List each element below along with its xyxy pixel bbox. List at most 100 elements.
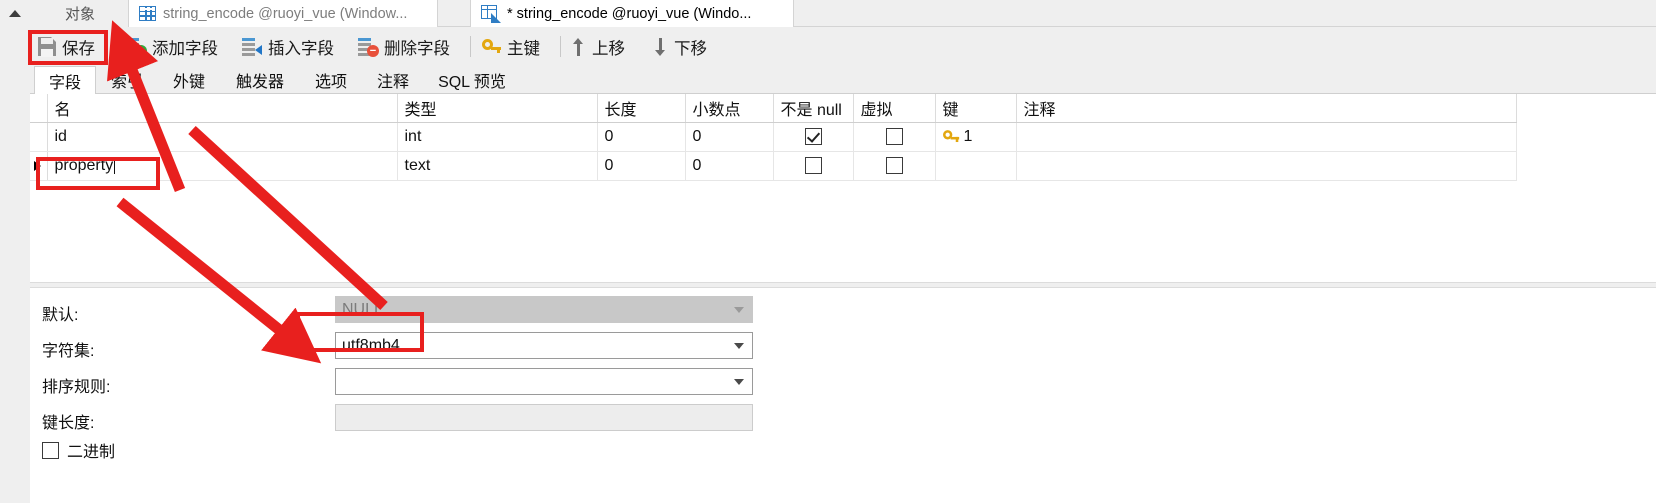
cell-field-name[interactable]: property xyxy=(47,151,398,181)
current-row-marker-icon xyxy=(34,160,41,171)
binary-checkbox[interactable] xyxy=(42,441,59,459)
key-length-input[interactable] xyxy=(335,404,753,431)
tab-fields[interactable]: 字段 xyxy=(34,66,96,95)
default-combobox[interactable]: NULL xyxy=(335,296,753,323)
not-null-checkbox[interactable] xyxy=(804,127,822,145)
tab-label: 索引 xyxy=(110,74,143,91)
insert-field-button[interactable]: 插入字段 xyxy=(242,31,334,62)
grid-header-type[interactable]: 类型 xyxy=(397,94,598,123)
row-marker-cell xyxy=(30,151,48,181)
not-null-checkbox[interactable] xyxy=(804,156,822,174)
insert-field-button-label: 插入字段 xyxy=(268,39,334,58)
window-tabstrip: 对象 string_encode @ruoyi_vue (Window... *… xyxy=(0,0,1656,27)
virtual-checkbox[interactable] xyxy=(885,127,903,145)
row-marker-cell xyxy=(30,122,48,152)
collation-combobox[interactable] xyxy=(335,368,753,395)
tab-foreign-keys[interactable]: 外键 xyxy=(158,66,220,94)
default-value: NULL xyxy=(342,300,383,318)
window-tab-label: string_encode @ruoyi_vue (Window... xyxy=(163,5,408,22)
move-down-button[interactable]: 下移 xyxy=(654,31,707,62)
cell-field-name[interactable]: id xyxy=(47,122,398,152)
add-field-button[interactable]: + 添加字段 xyxy=(126,31,218,62)
cell-comment[interactable] xyxy=(1016,151,1517,181)
grid-header-name[interactable]: 名 xyxy=(47,94,398,123)
window-tab-string-encode-designer[interactable]: * string_encode @ruoyi_vue (Windo... xyxy=(470,0,794,27)
toolbar-divider xyxy=(470,36,471,57)
save-button[interactable]: 保存 xyxy=(38,31,95,62)
charset-combobox[interactable]: utf8mb4 xyxy=(335,332,753,359)
tab-label: 注释 xyxy=(376,74,409,91)
grid-header-length[interactable]: 长度 xyxy=(597,94,686,123)
tab-label: 选项 xyxy=(314,74,347,91)
charset-value: utf8mb4 xyxy=(342,336,400,354)
tab-comment[interactable]: 注释 xyxy=(362,66,424,94)
designer-toolbar: 保存 + 添加字段 插入字段 − 删除字段 主键 上移 下移 xyxy=(30,27,1656,66)
collapse-panel-button[interactable] xyxy=(0,0,30,27)
primary-key-button-label: 主键 xyxy=(507,39,540,58)
chevron-down-icon xyxy=(734,306,744,313)
key-length-label: 键长度: xyxy=(42,415,95,432)
delete-field-icon: − xyxy=(358,37,379,57)
cell-key[interactable]: 1 xyxy=(935,122,1017,152)
move-up-button-label: 上移 xyxy=(592,39,625,58)
add-field-icon: + xyxy=(126,37,147,57)
delete-field-button[interactable]: − 删除字段 xyxy=(358,31,450,62)
grid-header-virtual[interactable]: 虚拟 xyxy=(853,94,936,123)
grid-header-not-null[interactable]: 不是 null xyxy=(773,94,854,123)
tab-options[interactable]: 选项 xyxy=(300,66,362,94)
grid-header-key[interactable]: 键 xyxy=(935,94,1017,123)
cell-not-null[interactable] xyxy=(773,122,854,152)
cell-not-null[interactable] xyxy=(773,151,854,181)
collation-label: 排序规则: xyxy=(42,379,111,396)
tab-indexes[interactable]: 索引 xyxy=(96,66,158,94)
designer-section-tabs: 字段 索引 外键 触发器 选项 注释 SQL 预览 xyxy=(30,66,1656,95)
toolbar-divider xyxy=(116,36,117,57)
arrow-up-icon xyxy=(572,37,586,56)
tab-label: 字段 xyxy=(48,74,81,92)
cell-field-type[interactable]: text xyxy=(397,151,598,181)
cell-field-type[interactable]: int xyxy=(397,122,598,152)
cell-virtual[interactable] xyxy=(853,151,936,181)
fields-grid-container: 名 类型 长度 小数点 不是 null 虚拟 键 注释 id int 0 0 1… xyxy=(30,94,1656,282)
window-tab-string-encode-table[interactable]: string_encode @ruoyi_vue (Window... xyxy=(128,0,438,27)
cell-virtual[interactable] xyxy=(853,122,936,152)
save-icon xyxy=(38,37,56,57)
table-row[interactable]: property text 0 0 xyxy=(30,151,1517,181)
key-icon xyxy=(482,39,501,54)
key-icon xyxy=(942,130,959,143)
object-panel-label[interactable]: 对象 xyxy=(30,0,130,27)
cell-decimals[interactable]: 0 xyxy=(685,122,774,152)
add-field-button-label: 添加字段 xyxy=(152,39,218,58)
cell-comment[interactable] xyxy=(1016,122,1517,152)
key-order-number: 1 xyxy=(963,127,973,145)
binary-checkbox-label: 二进制 xyxy=(67,444,116,461)
primary-key-button[interactable]: 主键 xyxy=(482,31,540,62)
grid-icon xyxy=(139,6,156,21)
binary-checkbox-row[interactable]: 二进制 xyxy=(42,438,115,462)
chevron-down-icon xyxy=(734,378,744,385)
table-row[interactable]: id int 0 0 1 xyxy=(30,122,1517,152)
cell-key[interactable] xyxy=(935,151,1017,181)
fields-grid: 名 类型 长度 小数点 不是 null 虚拟 键 注释 id int 0 0 1… xyxy=(30,94,1517,181)
grid-header-marker xyxy=(30,94,48,123)
tab-label: SQL 预览 xyxy=(438,74,506,91)
cell-length[interactable]: 0 xyxy=(597,122,686,152)
move-down-button-label: 下移 xyxy=(674,39,707,58)
toolbar-divider xyxy=(560,36,561,57)
field-name-editor-value: property xyxy=(54,156,114,174)
tab-label: 触发器 xyxy=(235,74,284,91)
arrow-down-icon xyxy=(654,37,668,56)
move-up-button[interactable]: 上移 xyxy=(572,31,625,62)
save-button-label: 保存 xyxy=(62,39,95,58)
grid-header-comment[interactable]: 注释 xyxy=(1016,94,1517,123)
window-tab-label: * string_encode @ruoyi_vue (Windo... xyxy=(507,5,752,22)
virtual-checkbox[interactable] xyxy=(885,156,903,174)
delete-field-button-label: 删除字段 xyxy=(384,39,450,58)
tab-sql-preview[interactable]: SQL 预览 xyxy=(424,66,520,94)
cell-decimals[interactable]: 0 xyxy=(685,151,774,181)
cell-length[interactable]: 0 xyxy=(597,151,686,181)
tab-label: 外键 xyxy=(172,74,205,91)
grid-header-decimals[interactable]: 小数点 xyxy=(685,94,774,123)
grid-header-row: 名 类型 长度 小数点 不是 null 虚拟 键 注释 xyxy=(30,94,1517,123)
tab-triggers[interactable]: 触发器 xyxy=(220,66,300,94)
